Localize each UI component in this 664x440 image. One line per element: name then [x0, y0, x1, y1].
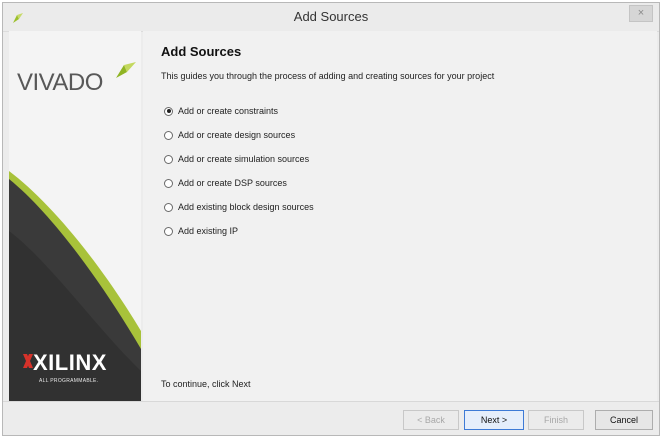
add-sources-dialog: Add Sources × VIVADO XILINX ALL PROGRAMM…: [2, 2, 660, 436]
wizard-content: Add Sources This guides you through the …: [143, 31, 657, 401]
xilinx-logo: XILINX: [33, 350, 107, 375]
branding-sidebar: VIVADO XILINX ALL PROGRAMMABLE.: [9, 31, 141, 401]
finish-button[interactable]: Finish: [528, 410, 584, 430]
option-block-design-sources[interactable]: Add existing block design sources: [164, 195, 314, 219]
window-title: Add Sources: [293, 9, 369, 24]
next-button[interactable]: Next >: [464, 410, 524, 430]
cancel-button[interactable]: Cancel: [595, 410, 653, 430]
source-type-options: Add or create constraints Add or create …: [164, 99, 314, 243]
xilinx-tagline: ALL PROGRAMMABLE.: [39, 378, 99, 384]
page-title: Add Sources: [161, 44, 242, 59]
option-design-sources[interactable]: Add or create design sources: [164, 123, 314, 147]
button-bar: < Back Next > Finish Cancel: [3, 401, 659, 435]
radio-button[interactable]: [164, 202, 173, 212]
option-constraints[interactable]: Add or create constraints: [164, 99, 314, 123]
radio-button[interactable]: [164, 106, 173, 116]
option-label: Add or create design sources: [178, 130, 296, 140]
close-button[interactable]: ×: [629, 5, 653, 22]
option-dsp-sources[interactable]: Add or create DSP sources: [164, 171, 314, 195]
option-simulation-sources[interactable]: Add or create simulation sources: [164, 147, 314, 171]
back-button[interactable]: < Back: [403, 410, 459, 430]
radio-button[interactable]: [164, 130, 173, 140]
title-bar[interactable]: Add Sources ×: [3, 3, 659, 32]
continue-hint: To continue, click Next: [161, 379, 251, 389]
option-existing-ip[interactable]: Add existing IP: [164, 219, 314, 243]
option-label: Add existing block design sources: [178, 202, 314, 212]
option-label: Add existing IP: [178, 226, 239, 236]
radio-button[interactable]: [164, 226, 173, 236]
close-icon: ×: [637, 7, 645, 19]
page-subtitle: This guides you through the process of a…: [161, 71, 495, 81]
option-label: Add or create DSP sources: [178, 178, 287, 188]
radio-button[interactable]: [164, 154, 173, 164]
vivado-logo: VIVADO: [17, 69, 103, 96]
option-label: Add or create simulation sources: [178, 154, 310, 164]
radio-button[interactable]: [164, 178, 173, 188]
option-label: Add or create constraints: [178, 106, 279, 116]
